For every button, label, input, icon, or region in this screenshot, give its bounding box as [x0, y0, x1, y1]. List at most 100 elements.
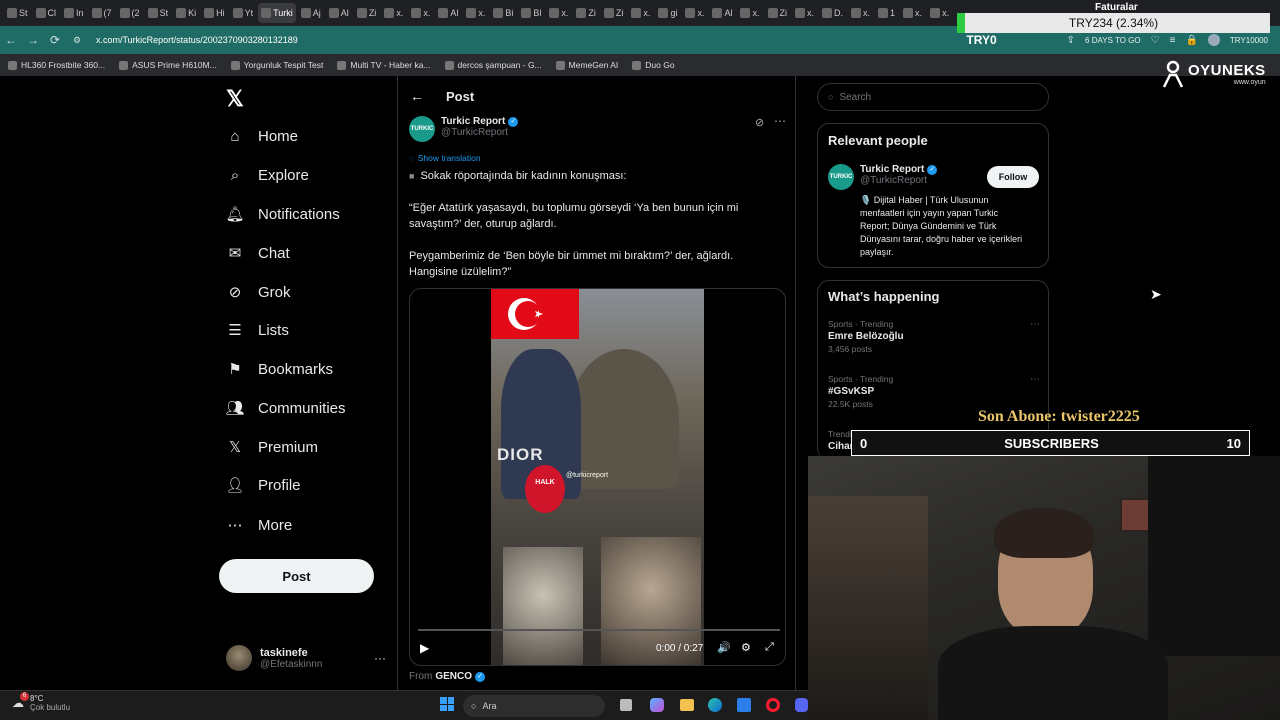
- browser-tab[interactable]: x.: [848, 3, 873, 23]
- person-handle[interactable]: @TurkicReport: [860, 175, 937, 186]
- author-avatar[interactable]: TURKIC: [409, 116, 435, 142]
- task-view-icon[interactable]: [620, 699, 632, 711]
- nav-item-profile[interactable]: 👤︎ Profile: [225, 476, 300, 495]
- nav-item-notifications[interactable]: 🔔︎ Notifications: [225, 205, 339, 224]
- follow-button[interactable]: Follow: [987, 166, 1039, 188]
- browser-tab[interactable]: (2: [117, 3, 143, 23]
- browser-tab[interactable]: Aj: [298, 3, 324, 23]
- browser-tab[interactable]: x.: [628, 3, 653, 23]
- profile-avatar-icon[interactable]: [1207, 34, 1220, 46]
- discord-icon[interactable]: [795, 698, 808, 712]
- back-arrow-icon[interactable]: ←: [410, 88, 424, 104]
- lock-icon[interactable]: 🔒: [1185, 35, 1197, 46]
- nav-item-chat[interactable]: ✉ Chat: [226, 244, 290, 263]
- video-progress-track[interactable]: [418, 629, 780, 631]
- browser-tab[interactable]: Zi: [601, 3, 627, 23]
- nav-item-bookmarks[interactable]: ⚑ Bookmarks: [226, 360, 333, 379]
- store-icon[interactable]: [737, 698, 751, 712]
- taskbar-search[interactable]: ○ Ara: [463, 695, 605, 717]
- browser-tab[interactable]: Cl: [33, 3, 60, 23]
- settings-icon[interactable]: ⚙: [741, 641, 751, 654]
- trend-more-icon[interactable]: ⋯: [1030, 374, 1040, 385]
- browser-tab[interactable]: D.: [819, 3, 846, 23]
- browser-tab[interactable]: Al: [435, 3, 461, 23]
- browser-tab[interactable]: x.: [682, 3, 707, 23]
- browser-tab[interactable]: x.: [463, 3, 488, 23]
- trend-item[interactable]: Sports · Trending Emre Belözoğlu 3,456 pos…: [828, 319, 1040, 354]
- browser-tab[interactable]: 1: [875, 3, 898, 23]
- browser-tab[interactable]: x.: [381, 3, 406, 23]
- browser-tab[interactable]: x.: [408, 3, 433, 23]
- browser-tab[interactable]: gi: [655, 3, 680, 23]
- share-icon[interactable]: ⇪: [1067, 35, 1075, 46]
- author-name[interactable]: Turkic Report: [441, 116, 505, 127]
- browser-tab[interactable]: x.: [900, 3, 925, 23]
- author-handle[interactable]: @TurkicReport: [441, 127, 518, 138]
- edge-icon[interactable]: [708, 698, 722, 712]
- browser-tab[interactable]: Zi: [573, 3, 599, 23]
- bookmark-item[interactable]: ASUS Prime H610M...: [119, 60, 217, 70]
- more-horizontal-icon[interactable]: ···: [374, 651, 386, 665]
- list-icon[interactable]: ≡: [1170, 35, 1176, 46]
- browser-tab[interactable]: Bi: [490, 3, 516, 23]
- site-info-icon[interactable]: ⚙: [66, 35, 88, 46]
- browser-tab[interactable]: St: [145, 3, 172, 23]
- url-input[interactable]: x.com/TurkicReport/status/20023709032801…: [96, 35, 298, 45]
- account-switcher[interactable]: taskinefe @Efetaskinnn ···: [226, 642, 386, 674]
- bookmark-item[interactable]: MemeGen AI: [555, 60, 618, 70]
- browser-tab[interactable]: Zi: [354, 3, 380, 23]
- browser-tab[interactable]: Yt: [230, 3, 257, 23]
- bookmark-item[interactable]: Yorgunluk Tespit Test: [230, 60, 323, 70]
- browser-tab[interactable]: Zi: [765, 3, 791, 23]
- play-icon[interactable]: ▶: [420, 641, 429, 655]
- nav-item-grok[interactable]: ⊘ Grok: [226, 283, 291, 302]
- back-nav-icon[interactable]: ←: [0, 33, 22, 47]
- show-translation-link[interactable]: Show translation: [418, 153, 481, 163]
- nav-item-more[interactable]: ⋯ More: [226, 516, 293, 535]
- opera-icon[interactable]: [766, 698, 780, 712]
- person-name[interactable]: Turkic Report: [860, 164, 924, 175]
- browser-tab[interactable]: Hi: [201, 3, 228, 23]
- post-button[interactable]: Post: [219, 559, 374, 593]
- fullscreen-icon[interactable]: ⤢: [765, 641, 774, 654]
- person-avatar[interactable]: TURKIC: [828, 164, 854, 190]
- browser-tab[interactable]: Al: [709, 3, 735, 23]
- browser-tab[interactable]: Ki: [173, 3, 199, 23]
- reload-icon[interactable]: ⟳: [44, 33, 66, 47]
- from-name[interactable]: GENCO: [435, 671, 472, 682]
- browser-tab[interactable]: Bl: [518, 3, 544, 23]
- browser-tab[interactable]: Al: [326, 3, 352, 23]
- browser-tab[interactable]: St: [4, 3, 31, 23]
- browser-tab[interactable]: (7: [89, 3, 115, 23]
- nav-item-lists[interactable]: ☰ Lists: [226, 321, 289, 340]
- nav-item-premium[interactable]: 𝕏 Premium: [226, 438, 318, 457]
- windows-start-icon[interactable]: [440, 697, 454, 711]
- file-explorer-icon[interactable]: [680, 699, 694, 711]
- bookmark-item[interactable]: HL360 Frostbite 360...: [8, 60, 105, 70]
- nav-item-communities[interactable]: 👥︎ Communities: [225, 399, 345, 418]
- browser-tab[interactable]: x.: [737, 3, 762, 23]
- search-box[interactable]: ○: [817, 83, 1049, 111]
- nav-item-explore[interactable]: ⌕ Explore: [226, 166, 309, 184]
- heart-icon[interactable]: ♡: [1151, 35, 1160, 46]
- weather-widget[interactable]: ☁ 6 8°C Çok bulutlu: [12, 692, 70, 712]
- trend-item[interactable]: Sports · Trending #GSvKSP 22.5K posts ⋯: [828, 374, 1040, 409]
- copilot-icon[interactable]: [650, 698, 664, 712]
- forward-nav-icon[interactable]: →: [22, 33, 44, 47]
- volume-icon[interactable]: 🔊: [717, 641, 731, 654]
- browser-tab[interactable]: x.: [927, 3, 952, 23]
- search-input[interactable]: [839, 91, 1020, 103]
- bookmark-item[interactable]: Multi TV - Haber ka...: [337, 60, 431, 70]
- x-logo-icon[interactable]: 𝕏: [226, 86, 244, 112]
- nav-item-home[interactable]: ⌂ Home: [226, 127, 298, 145]
- grok-icon[interactable]: ⊘: [755, 116, 764, 129]
- bookmark-item[interactable]: dercos şampuan - G...: [444, 60, 542, 70]
- video-player[interactable]: DIOR HALK @turkicreport ▶ 0:00 / 0:27 🔊 …: [409, 288, 786, 666]
- more-options-icon[interactable]: ⋯: [774, 114, 786, 128]
- browser-tab[interactable]: x.: [546, 3, 571, 23]
- trend-more-icon[interactable]: ⋯: [1030, 319, 1040, 330]
- bookmark-item[interactable]: Duo Go: [632, 60, 675, 70]
- browser-tab[interactable]: Turki: [258, 3, 296, 23]
- browser-tab[interactable]: In: [61, 3, 87, 23]
- browser-tab[interactable]: x.: [792, 3, 817, 23]
